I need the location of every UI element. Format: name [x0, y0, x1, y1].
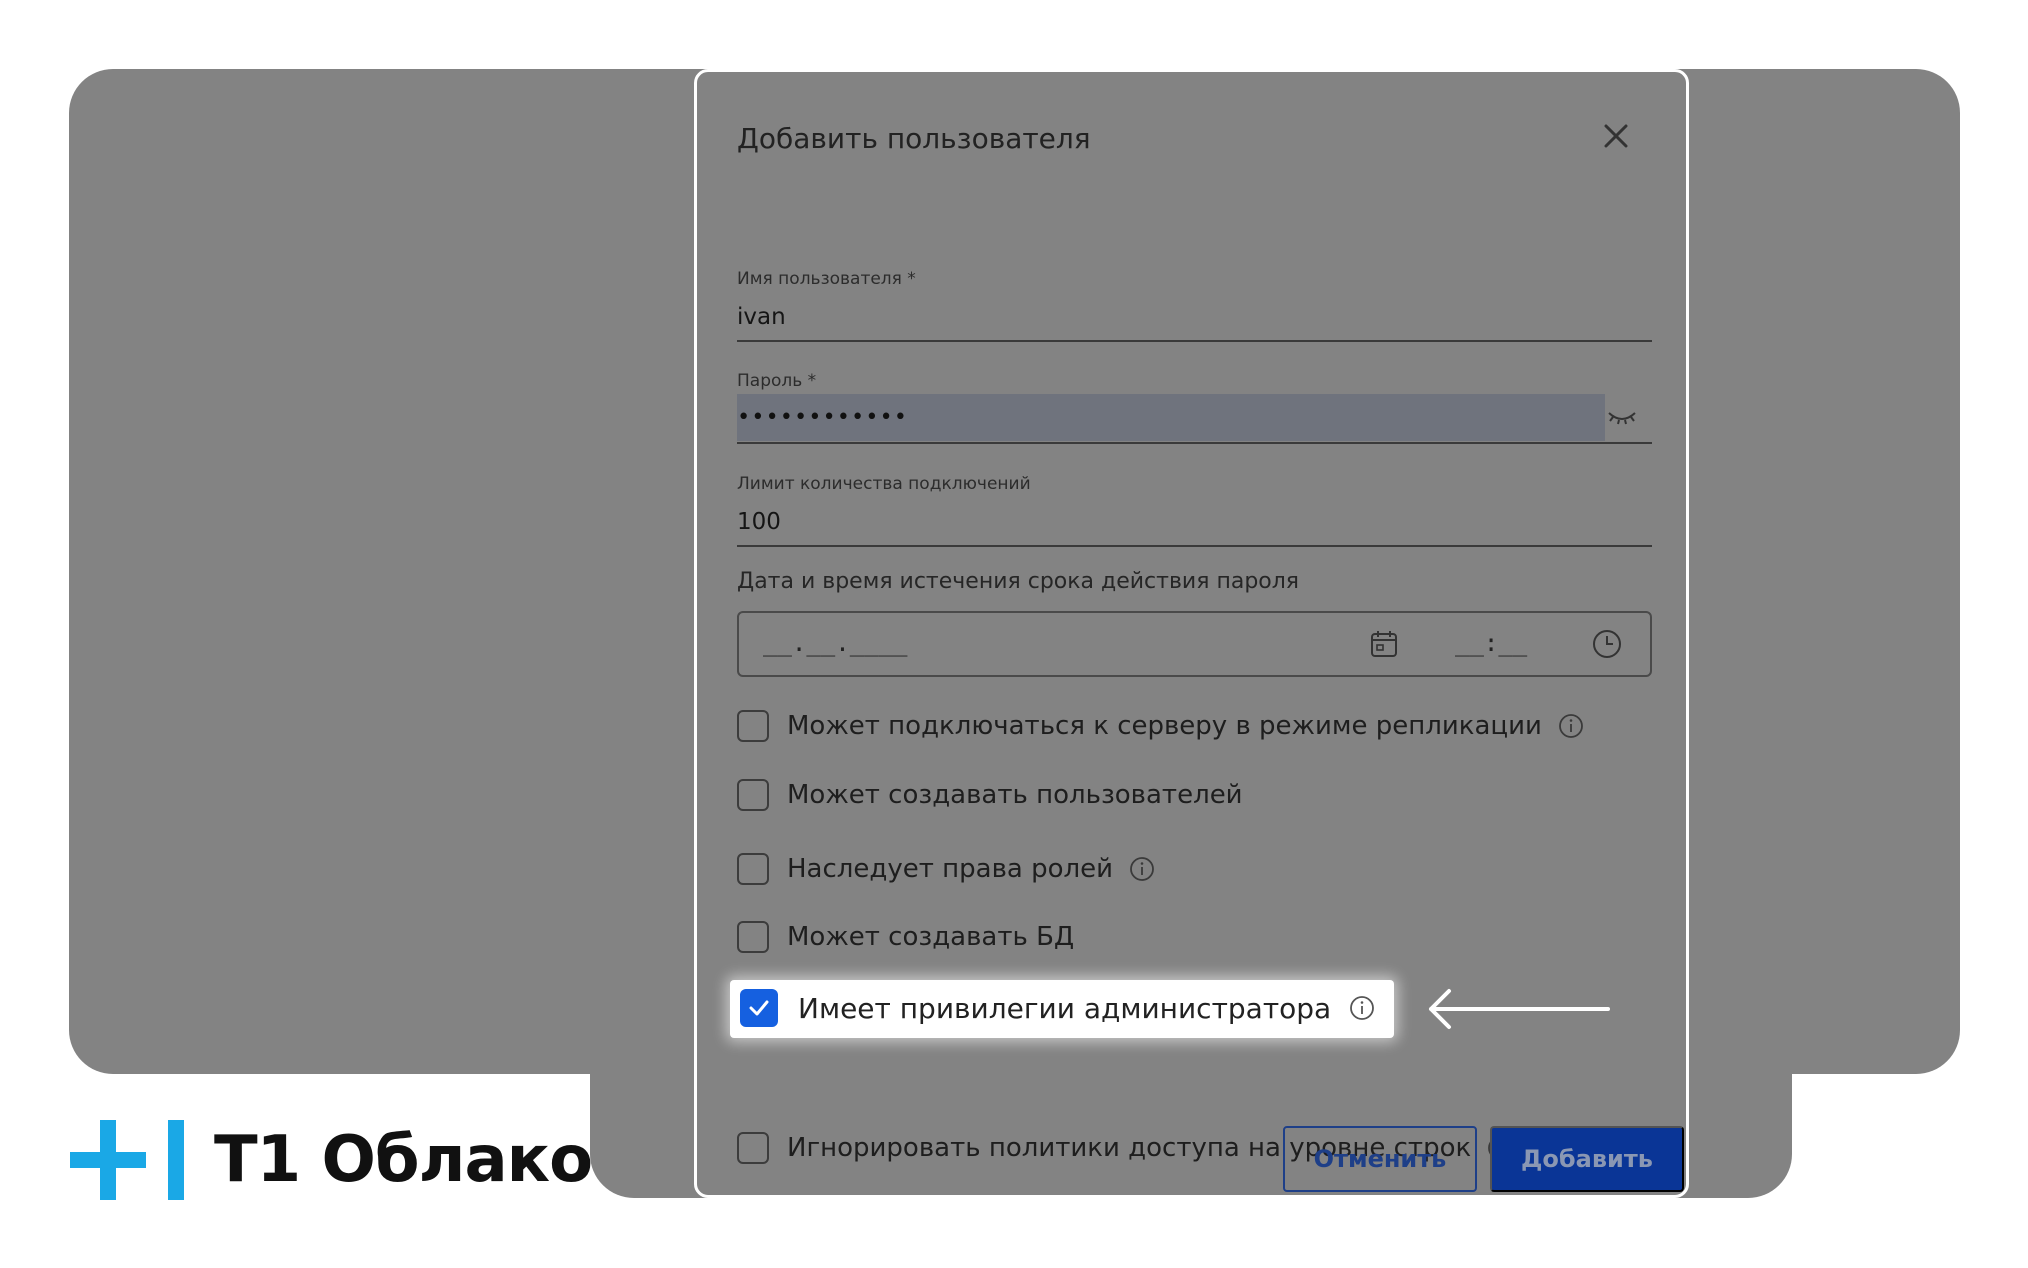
- checkbox-box[interactable]: [737, 779, 769, 811]
- conn-limit-input[interactable]: 100: [737, 509, 781, 535]
- dialog-title: Добавить пользователя: [737, 122, 1091, 155]
- backdrop-notch-right: [1792, 1074, 2028, 1268]
- info-icon[interactable]: [1558, 713, 1584, 739]
- eye-closed-icon[interactable]: [1607, 407, 1637, 429]
- checkbox-checked[interactable]: [740, 989, 778, 1027]
- checkbox-box[interactable]: [737, 1132, 769, 1164]
- checkbox-inherit-roles[interactable]: Наследует права ролей: [737, 849, 1155, 889]
- password-underline: [737, 442, 1652, 444]
- conn-limit-label: Лимит количества подключений: [737, 474, 1031, 494]
- expiry-time-input[interactable]: __:__: [1455, 629, 1527, 657]
- add-button[interactable]: Добавить: [1490, 1126, 1684, 1192]
- close-icon[interactable]: [1597, 117, 1635, 155]
- expiry-label: Дата и время истечения срока действия па…: [737, 569, 1300, 594]
- brand-name: T1 Облако: [214, 1123, 593, 1197]
- checkbox-box[interactable]: [737, 710, 769, 742]
- checkbox-box[interactable]: [737, 921, 769, 953]
- highlighted-checkbox-superuser[interactable]: Имеет привилегии администратора: [730, 980, 1394, 1038]
- info-icon[interactable]: [1349, 995, 1375, 1021]
- info-icon[interactable]: [1129, 856, 1155, 882]
- expiry-datetime-field[interactable]: __.__.____ __:__: [737, 611, 1652, 677]
- password-input[interactable]: ••••••••••••: [737, 405, 908, 430]
- username-underline: [737, 340, 1652, 342]
- checkbox-box[interactable]: [737, 853, 769, 885]
- cancel-button[interactable]: Отменить: [1283, 1126, 1477, 1192]
- checkmark-icon: [749, 1000, 769, 1016]
- expiry-date-input[interactable]: __.__.____: [763, 629, 908, 657]
- username-input[interactable]: ivan: [737, 304, 786, 330]
- checkbox-replication[interactable]: Может подключаться к серверу в режиме ре…: [737, 706, 1584, 746]
- username-label: Имя пользователя *: [737, 269, 916, 289]
- pointer-arrow-icon: [1425, 986, 1610, 1032]
- brand-logo: T1 Облако: [70, 1118, 593, 1202]
- checkbox-label: Имеет привилегии администратора: [798, 991, 1332, 1025]
- checkbox-create-db[interactable]: Может создавать БД: [737, 917, 1074, 957]
- checkbox-label: Может создавать БД: [787, 922, 1075, 952]
- checkbox-label: Наследует права ролей: [787, 854, 1114, 884]
- checkbox-create-users[interactable]: Может создавать пользователей: [737, 775, 1243, 815]
- checkbox-label: Может создавать пользователей: [787, 780, 1243, 810]
- t1-logo-mark-icon: [70, 1120, 184, 1200]
- checkbox-label: Может подключаться к серверу в режиме ре…: [787, 711, 1542, 741]
- clock-icon[interactable]: [1591, 628, 1623, 660]
- password-label: Пароль *: [737, 371, 817, 391]
- conn-limit-underline: [737, 545, 1652, 547]
- calendar-icon[interactable]: [1368, 628, 1400, 660]
